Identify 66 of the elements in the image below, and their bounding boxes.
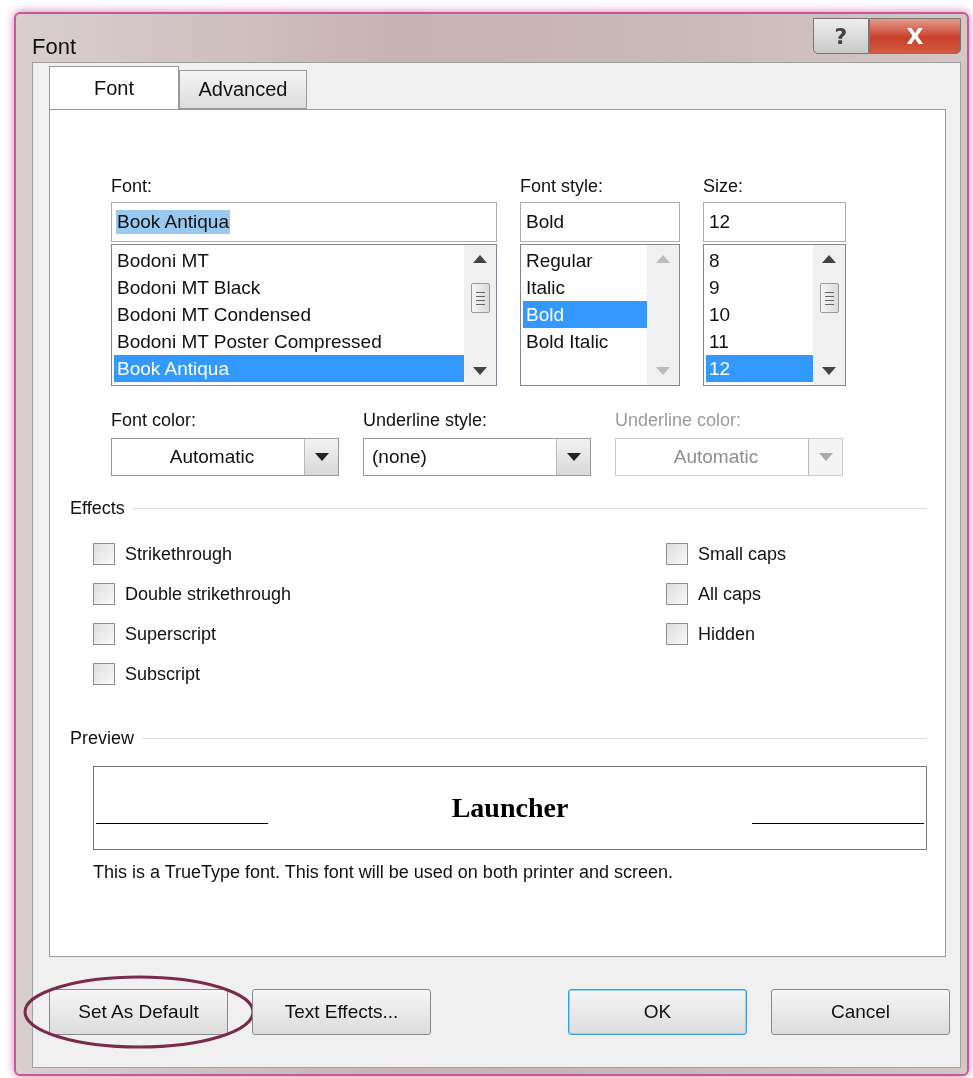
checkbox[interactable]: [93, 543, 115, 565]
input-field[interactable]: Bold: [520, 202, 680, 242]
checkbox-label[interactable]: Double strikethrough: [125, 582, 292, 606]
scroll-down-icon[interactable]: [473, 367, 487, 375]
scroll-up-icon[interactable]: [473, 255, 487, 263]
list-item[interactable]: 11: [706, 328, 813, 355]
field-label: Underline color:: [615, 409, 743, 432]
checkbox[interactable]: [93, 583, 115, 605]
dropdown[interactable]: (none): [363, 438, 591, 476]
checkbox[interactable]: [93, 623, 115, 645]
list-item[interactable]: 8: [706, 247, 813, 274]
checkbox-label[interactable]: Superscript: [125, 622, 217, 646]
field-label: Size:: [703, 175, 745, 198]
list-item[interactable]: Bodoni MT Condensed: [114, 301, 464, 328]
scrollbar[interactable]: [464, 245, 496, 385]
tab[interactable]: Font: [49, 66, 179, 110]
scroll-up-icon[interactable]: [822, 255, 836, 263]
list-box[interactable]: Bodoni MT Bodoni MT Black Bodoni MT Condensed Bodoni MT Poster Compressed Book Antiqua: [111, 244, 497, 386]
section-title: Preview: [70, 727, 135, 750]
dialog-button[interactable]: Set As Default: [49, 989, 228, 1035]
caret-icon: [566, 453, 581, 461]
list-item[interactable]: Bold Italic: [523, 328, 647, 355]
list-item[interactable]: Italic: [523, 274, 647, 301]
section-title: Effects: [70, 497, 125, 520]
scroll-thumb[interactable]: [820, 283, 839, 313]
list-item[interactable]: Regular: [523, 247, 647, 274]
scroll-thumb[interactable]: [471, 283, 490, 313]
field-label: Underline style:: [363, 409, 489, 432]
scrollbar[interactable]: [813, 245, 845, 385]
close-button[interactable]: X: [869, 18, 961, 54]
checkbox[interactable]: [666, 623, 688, 645]
dialog-button[interactable]: Cancel: [771, 989, 950, 1035]
field-value: 12: [708, 210, 732, 234]
checkbox-label[interactable]: Hidden: [698, 622, 756, 646]
preview-text: Launcher: [451, 792, 569, 824]
list-item[interactable]: Bodoni MT Black: [114, 274, 464, 301]
list-item[interactable]: 10: [706, 301, 813, 328]
field-label: Font style:: [520, 175, 605, 198]
dialog-button[interactable]: Text Effects...: [252, 989, 431, 1035]
window-title: Font: [32, 34, 77, 60]
list-box[interactable]: 8 9 10 11 12: [703, 244, 846, 386]
checkbox[interactable]: [93, 663, 115, 685]
checkbox-label[interactable]: Strikethrough: [125, 542, 233, 566]
list-box[interactable]: Regular Italic Bold Bold Italic: [520, 244, 680, 386]
field-label: Font color:: [111, 409, 198, 432]
checkbox-label[interactable]: Small caps: [698, 542, 787, 566]
input-field[interactable]: 12: [703, 202, 846, 242]
list-item[interactable]: Bodoni MT Poster Compressed: [114, 328, 464, 355]
dropdown[interactable]: Automatic: [111, 438, 339, 476]
font-description: This is a TrueType font. This font will be used on both printer and screen.: [93, 862, 674, 883]
input-field[interactable]: Book Antiqua: [111, 202, 497, 242]
checkbox[interactable]: [666, 583, 688, 605]
help-button[interactable]: ?: [813, 18, 869, 54]
checkbox[interactable]: [666, 543, 688, 565]
list-item[interactable]: 9: [706, 274, 813, 301]
checkbox-label[interactable]: Subscript: [125, 662, 201, 686]
caret-icon: [314, 453, 329, 461]
dialog-button[interactable]: OK: [568, 989, 747, 1035]
tab[interactable]: Advanced: [179, 70, 307, 109]
checkbox-label[interactable]: All caps: [698, 582, 762, 606]
caret-icon: [818, 453, 833, 461]
scroll-down-icon[interactable]: [822, 367, 836, 375]
list-item[interactable]: Bodoni MT: [114, 247, 464, 274]
field-label: Font:: [111, 175, 154, 198]
field-value: Book Antiqua: [116, 210, 230, 234]
field-value: Bold: [525, 210, 566, 234]
